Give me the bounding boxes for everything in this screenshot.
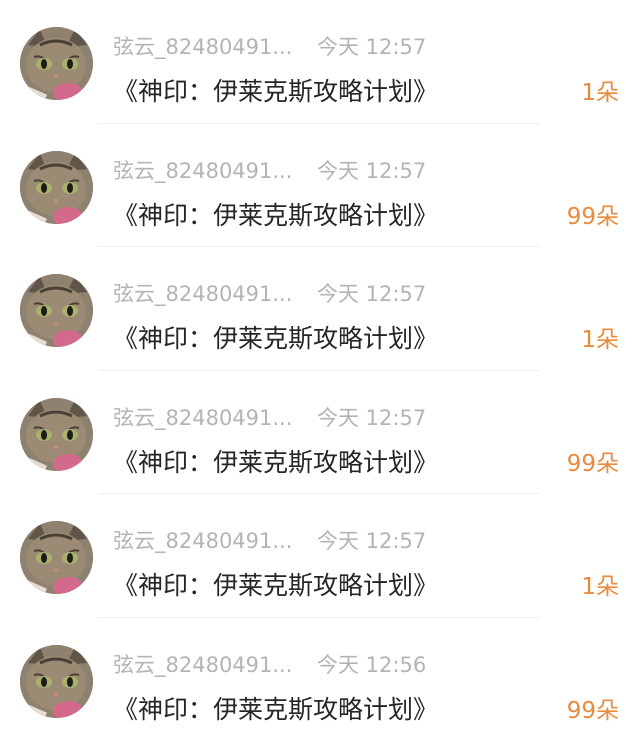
- gift-title[interactable]: 《神印：伊莱克斯攻略计划》: [113, 196, 438, 232]
- gift-title[interactable]: 《神印：伊莱克斯攻略计划》: [113, 319, 438, 355]
- timestamp: 今天 12:57: [317, 529, 427, 553]
- timestamp: 今天 12:57: [317, 282, 427, 306]
- timestamp: 今天 12:57: [317, 35, 427, 59]
- meta-line: 弦云_82480491... 今天 12:57: [113, 278, 426, 306]
- gift-count: 99朵: [566, 697, 619, 724]
- gift-count: 1朵: [581, 327, 619, 353]
- gift-count: 1朵: [581, 80, 619, 106]
- username[interactable]: 弦云_82480491...: [113, 402, 303, 432]
- cat-avatar-icon[interactable]: [20, 27, 93, 100]
- list-item[interactable]: 弦云_82480491... 今天 12:56 《神印：伊莱克斯攻略计划》 99朵: [0, 618, 640, 742]
- gift-record-list: 弦云_82480491... 今天 12:57 《神印：伊莱克斯攻略计划》 1朵: [0, 0, 640, 743]
- gift-title[interactable]: 《神印：伊莱克斯攻略计划》: [113, 443, 438, 479]
- username[interactable]: 弦云_82480491...: [113, 649, 303, 679]
- username[interactable]: 弦云_82480491...: [113, 155, 303, 185]
- username[interactable]: 弦云_82480491...: [113, 525, 303, 555]
- timestamp: 今天 12:57: [317, 158, 427, 183]
- cat-avatar-icon[interactable]: [20, 644, 93, 718]
- list-item[interactable]: 弦云_82480491... 今天 12:57 《神印：伊莱克斯攻略计划》 1朵: [0, 494, 640, 618]
- gift-title[interactable]: 《神印：伊莱克斯攻略计划》: [113, 690, 438, 726]
- timestamp: 今天 12:56: [317, 652, 427, 677]
- gift-title[interactable]: 《神印：伊莱克斯攻略计划》: [113, 72, 438, 108]
- meta-line: 弦云_82480491... 今天 12:57: [113, 402, 426, 430]
- cat-avatar-icon[interactable]: [20, 397, 93, 471]
- cat-avatar-icon[interactable]: [20, 521, 93, 594]
- gift-count: 99朵: [566, 203, 619, 230]
- meta-line: 弦云_82480491... 今天 12:57: [113, 31, 426, 59]
- cat-avatar-icon[interactable]: [20, 150, 93, 224]
- gift-count: 99朵: [566, 450, 619, 477]
- meta-line: 弦云_82480491... 今天 12:56: [113, 649, 426, 677]
- list-item[interactable]: 弦云_82480491... 今天 12:57 《神印：伊莱克斯攻略计划》 99朵: [0, 124, 640, 247]
- username[interactable]: 弦云_82480491...: [113, 278, 303, 308]
- gift-title[interactable]: 《神印：伊莱克斯攻略计划》: [113, 566, 438, 602]
- meta-line: 弦云_82480491... 今天 12:57: [113, 155, 426, 183]
- username[interactable]: 弦云_82480491...: [113, 31, 303, 61]
- timestamp: 今天 12:57: [317, 405, 427, 430]
- cat-avatar-icon[interactable]: [20, 274, 93, 347]
- meta-line: 弦云_82480491... 今天 12:57: [113, 525, 426, 553]
- list-item[interactable]: 弦云_82480491... 今天 12:57 《神印：伊莱克斯攻略计划》 1朵: [0, 0, 640, 124]
- list-item[interactable]: 弦云_82480491... 今天 12:57 《神印：伊莱克斯攻略计划》 1朵: [0, 247, 640, 371]
- gift-count: 1朵: [581, 574, 619, 600]
- list-item[interactable]: 弦云_82480491... 今天 12:57 《神印：伊莱克斯攻略计划》 99朵: [0, 371, 640, 494]
